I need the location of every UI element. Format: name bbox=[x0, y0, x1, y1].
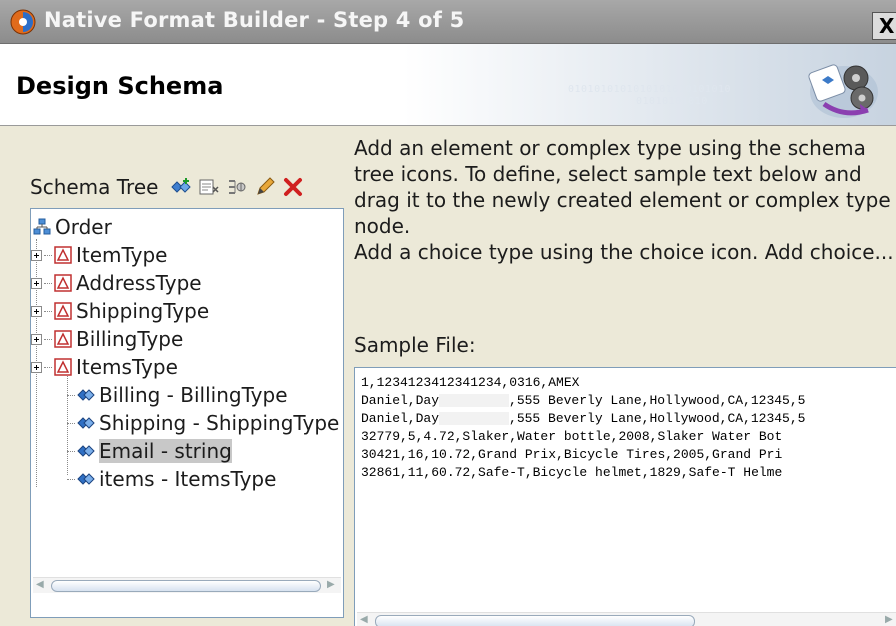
tree-node-order[interactable]: Order bbox=[33, 213, 112, 241]
tree-connector bbox=[67, 478, 75, 480]
complex-type-icon bbox=[54, 302, 72, 320]
scroll-right-icon[interactable]: ▶ bbox=[885, 614, 893, 625]
sample-file-label: Sample File: bbox=[354, 333, 476, 357]
sample-address: ,555 Beverly Lane,Hollywood,CA,12345,5 bbox=[509, 393, 806, 408]
expand-icon[interactable] bbox=[31, 333, 42, 345]
main-panel: Schema Tree Order ItemType AddressType S… bbox=[0, 127, 896, 626]
instructions-line: Add a choice type using the choice icon.… bbox=[354, 240, 894, 264]
add-choice-icon[interactable] bbox=[224, 174, 250, 200]
page-title: Design Schema bbox=[16, 72, 224, 100]
tree-connector bbox=[44, 366, 52, 368]
tree-node-itemstype[interactable]: ItemsType bbox=[31, 353, 178, 381]
tree-horizontal-scrollbar[interactable]: ◀ ▶ bbox=[33, 577, 341, 593]
tree-node-label: ItemsType bbox=[76, 355, 178, 379]
expand-icon[interactable] bbox=[31, 361, 42, 373]
element-icon bbox=[77, 445, 95, 457]
sample-line[interactable]: Daniel,Day ,555 Beverly Lane,Hollywood,CA… bbox=[361, 392, 805, 410]
tree-connector bbox=[44, 254, 52, 256]
scroll-left-icon[interactable]: ◀ bbox=[360, 614, 368, 625]
tree-node-email[interactable]: Email - string bbox=[67, 437, 232, 465]
app-icon bbox=[10, 9, 36, 35]
sample-line[interactable]: 32779,5,4.72,Slaker,Water bottle,2008,Sl… bbox=[361, 428, 782, 446]
edit-pencil-icon[interactable] bbox=[252, 174, 278, 200]
tree-node-label: items - ItemsType bbox=[99, 467, 277, 491]
tree-node-shippingtype[interactable]: ShippingType bbox=[31, 297, 209, 325]
tree-node-billingtype[interactable]: BillingType bbox=[31, 325, 183, 353]
tree-node-label: ItemType bbox=[76, 243, 168, 267]
redacted-text bbox=[439, 412, 510, 426]
tree-connector bbox=[44, 310, 52, 312]
instructions-line: drag it to the newly created element or … bbox=[354, 188, 891, 212]
scroll-thumb[interactable] bbox=[51, 580, 321, 592]
expand-icon[interactable] bbox=[31, 277, 42, 289]
tree-node-itemtype[interactable]: ItemType bbox=[31, 241, 167, 269]
element-icon bbox=[77, 473, 95, 485]
tree-node-label: AddressType bbox=[76, 271, 202, 295]
tree-node-label: ShippingType bbox=[76, 299, 210, 323]
root-node-icon bbox=[33, 218, 51, 235]
window-title: Native Format Builder - Step 4 of 5 bbox=[44, 8, 465, 32]
sample-line[interactable]: Daniel,Day ,555 Beverly Lane,Hollywood,CA… bbox=[361, 410, 805, 428]
binary-decoration: 0101010101010101010101010 bbox=[568, 84, 732, 95]
complex-type-icon bbox=[54, 274, 72, 292]
tree-node-label: BillingType bbox=[76, 327, 184, 351]
wizard-header: Design Schema 0101010101010101010101010 … bbox=[0, 44, 896, 126]
element-icon bbox=[77, 417, 95, 429]
instructions-line: Add an element or complex type using the… bbox=[354, 136, 866, 160]
title-bar: Native Format Builder - Step 4 of 5 X bbox=[0, 0, 896, 44]
tree-node-label: Billing - BillingType bbox=[99, 383, 288, 407]
tree-connector bbox=[44, 338, 52, 340]
complex-type-icon bbox=[54, 246, 72, 264]
schema-tree-label: Schema Tree bbox=[30, 175, 159, 199]
instructions-line: tree icons. To define, select sample tex… bbox=[354, 162, 862, 186]
expand-icon[interactable] bbox=[31, 305, 42, 317]
tree-node-shipping[interactable]: Shipping - ShippingType bbox=[67, 409, 339, 437]
add-element-icon[interactable] bbox=[168, 174, 194, 200]
sample-name: Daniel,Day bbox=[361, 393, 440, 408]
tree-connector bbox=[67, 450, 75, 452]
expand-icon[interactable] bbox=[31, 249, 42, 261]
binary-decoration-2: 01010101010 bbox=[636, 96, 708, 107]
tree-connector bbox=[44, 282, 52, 284]
delete-icon[interactable] bbox=[280, 174, 306, 200]
tree-node-billing[interactable]: Billing - BillingType bbox=[67, 381, 288, 409]
tree-node-label: Shipping - ShippingType bbox=[99, 411, 340, 435]
instructions-text: Add an element or complex type using the… bbox=[354, 135, 894, 265]
scroll-left-icon[interactable]: ◀ bbox=[36, 579, 44, 590]
complex-type-icon bbox=[54, 330, 72, 348]
tree-connector bbox=[67, 394, 75, 396]
tree-node-label-selected: Email - string bbox=[99, 439, 232, 463]
element-icon bbox=[77, 389, 95, 401]
tree-node-items[interactable]: items - ItemsType bbox=[67, 465, 276, 493]
scroll-right-icon[interactable]: ▶ bbox=[327, 579, 335, 590]
tree-node-addresstype[interactable]: AddressType bbox=[31, 269, 202, 297]
add-complex-type-icon[interactable] bbox=[196, 174, 222, 200]
wizard-graphic-icon bbox=[808, 64, 878, 118]
schema-tree-toolbar: Schema Tree bbox=[30, 173, 308, 201]
complex-type-icon bbox=[54, 358, 72, 376]
redacted-text bbox=[439, 394, 510, 408]
scroll-thumb[interactable] bbox=[375, 615, 695, 626]
sample-line[interactable]: 30421,16,10.72,Grand Prix,Bicycle Tires,… bbox=[361, 446, 782, 464]
schema-tree-panel[interactable]: Order ItemType AddressType ShippingType … bbox=[30, 208, 344, 618]
tree-node-label: Order bbox=[55, 215, 112, 239]
sample-line[interactable]: 1,1234123412341234,0316,AMEX bbox=[361, 374, 579, 392]
sample-line[interactable]: 32861,11,60.72,Safe-T,Bicycle helmet,182… bbox=[361, 464, 782, 482]
sample-file-text-area[interactable]: 1,1234123412341234,0316,AMEX Daniel,Day,… bbox=[354, 367, 896, 626]
sample-address: ,555 Beverly Lane,Hollywood,CA,12345,5 bbox=[509, 411, 806, 426]
close-button[interactable]: X bbox=[872, 12, 896, 40]
sample-horizontal-scrollbar[interactable]: ◀ ▶ bbox=[357, 612, 896, 626]
instructions-line: node. bbox=[354, 214, 411, 238]
sample-name: Daniel,Day bbox=[361, 411, 440, 426]
tree-connector bbox=[67, 422, 75, 424]
